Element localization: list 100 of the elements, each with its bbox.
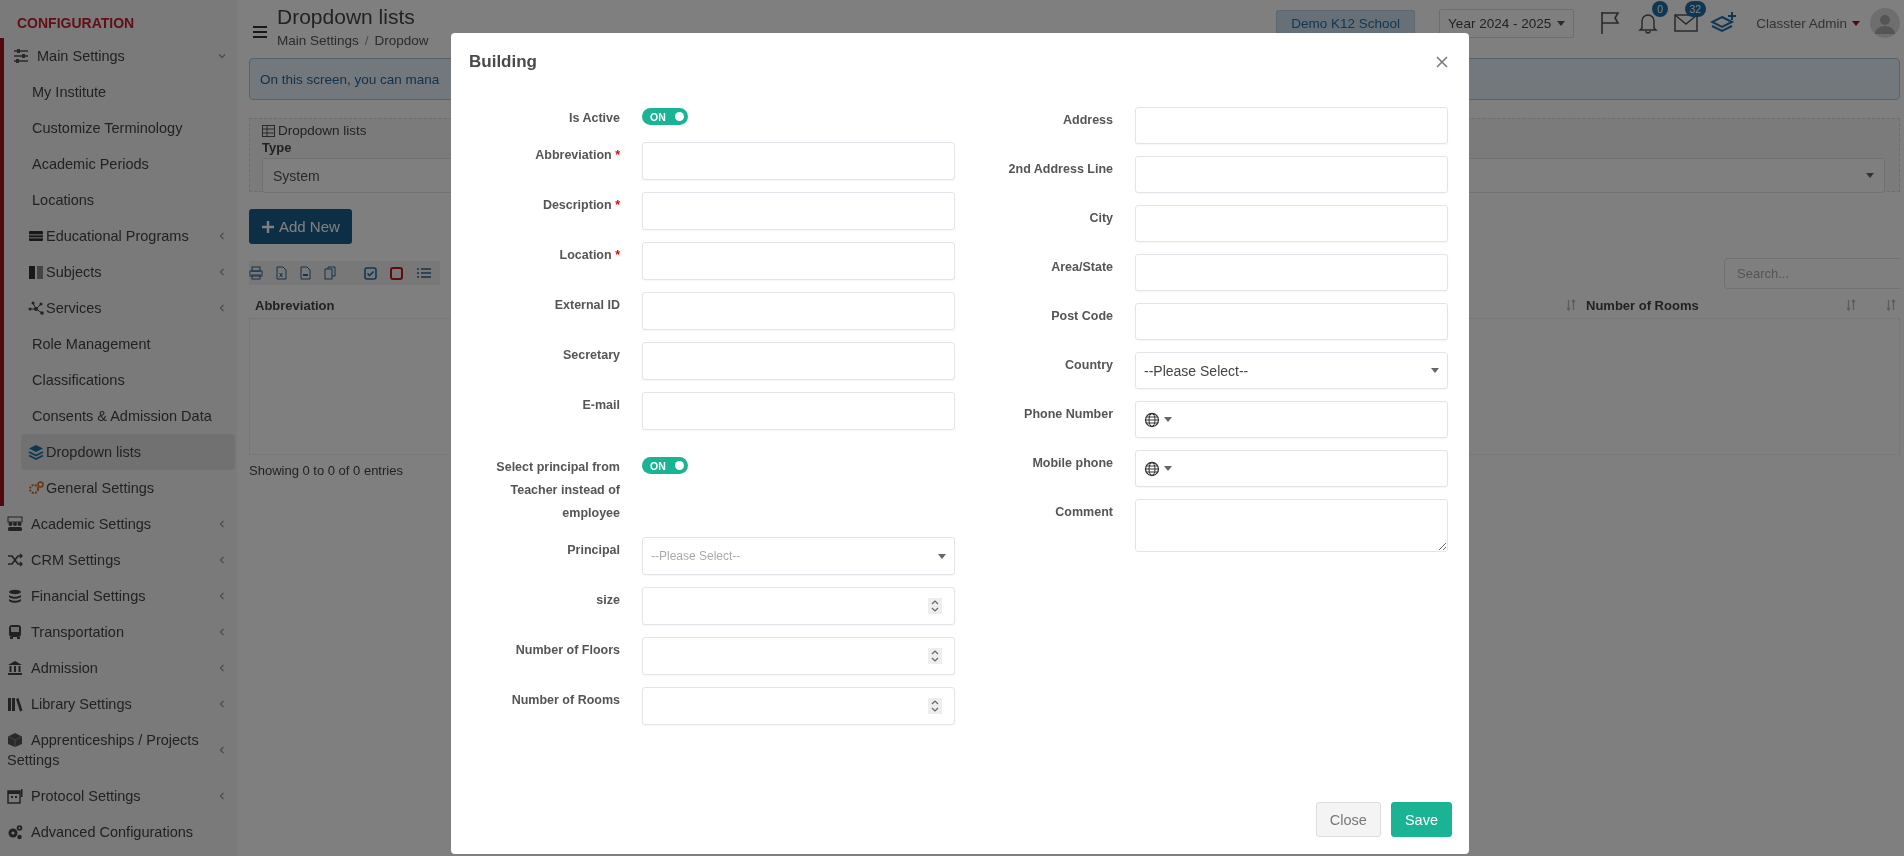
sidebar-item[interactable]: General Settings bbox=[21, 470, 235, 506]
field-label: Secretary bbox=[562, 347, 620, 364]
plus-icon bbox=[261, 219, 275, 234]
select-field[interactable]: --Please Select-- bbox=[642, 537, 955, 575]
nodes-icon bbox=[28, 300, 44, 316]
field-label: Country bbox=[1064, 357, 1113, 374]
sidebar-item[interactable]: Services bbox=[21, 290, 235, 326]
text-field[interactable] bbox=[642, 342, 955, 380]
column-header[interactable]: Abbreviation bbox=[255, 297, 335, 313]
book-icon bbox=[28, 264, 44, 280]
people-icon bbox=[7, 516, 23, 532]
sidebar-group[interactable]: Admission bbox=[0, 650, 237, 686]
sidebar-group[interactable]: CRM Settings bbox=[0, 542, 237, 578]
text-field[interactable] bbox=[1135, 254, 1448, 291]
year-dropdown[interactable]: Year 2024 - 2025 bbox=[1439, 8, 1575, 38]
breadcrumb-link[interactable]: Main Settings bbox=[277, 33, 359, 48]
sidebar-group[interactable]: Main Settings bbox=[4, 38, 237, 74]
sidebar-item[interactable]: Subjects bbox=[21, 254, 235, 290]
field-label: Abbreviation * bbox=[534, 147, 620, 164]
text-field[interactable] bbox=[642, 142, 955, 180]
sidebar-item[interactable]: Locations bbox=[21, 182, 235, 218]
field-label: City bbox=[1088, 210, 1113, 227]
field-label: Phone Number bbox=[1023, 406, 1113, 423]
sidebar-group[interactable]: Advanced Configurations bbox=[0, 814, 237, 850]
sidebar-heading: CONFIGURATION bbox=[16, 14, 136, 33]
message-count: 32 bbox=[1684, 1, 1707, 17]
sidebar-group[interactable]: Financial Settings bbox=[0, 578, 237, 614]
spinner-icon bbox=[928, 698, 942, 714]
sidebar-item[interactable]: Customize Terminology bbox=[21, 110, 235, 146]
text-field[interactable] bbox=[642, 392, 955, 430]
phone-field[interactable] bbox=[1135, 450, 1448, 487]
sidebar-item[interactable]: Dropdown lists bbox=[21, 434, 235, 470]
text-field[interactable] bbox=[1135, 205, 1448, 242]
text-field[interactable] bbox=[1135, 303, 1448, 340]
phone-field[interactable] bbox=[1135, 401, 1448, 438]
square-icon bbox=[390, 266, 403, 280]
globe-icon bbox=[1144, 460, 1160, 477]
books-icon bbox=[7, 696, 23, 712]
sidebar-group[interactable]: Library Settings bbox=[0, 686, 237, 722]
text-field[interactable] bbox=[642, 192, 955, 230]
field-label: Address bbox=[1061, 112, 1113, 129]
column-header[interactable]: Number of Rooms bbox=[1586, 297, 1699, 313]
checkbox-icon bbox=[364, 266, 377, 280]
text-field[interactable] bbox=[1135, 107, 1448, 144]
calendar-icon bbox=[7, 788, 23, 804]
sidebar-item[interactable]: Academic Periods bbox=[21, 146, 235, 182]
sidebar-group[interactable]: Apprenticeships / Projects Settings bbox=[0, 722, 237, 778]
shuffle-icon bbox=[7, 552, 23, 568]
caret-icon bbox=[1164, 417, 1172, 422]
sidebar-item[interactable]: Consents & Admission Data bbox=[21, 398, 235, 434]
avatar-icon bbox=[1870, 8, 1900, 38]
number-field[interactable] bbox=[642, 637, 955, 675]
field-label: size bbox=[595, 592, 620, 609]
sliders-icon bbox=[13, 48, 29, 64]
print-icon bbox=[249, 266, 263, 280]
text-field[interactable] bbox=[642, 292, 955, 330]
save-button[interactable]: Save bbox=[1390, 802, 1452, 837]
user-menu[interactable]: Classter Admin bbox=[1756, 15, 1860, 31]
modal-title: Building bbox=[469, 51, 537, 72]
sort-icon bbox=[1566, 299, 1576, 311]
toggle-switch[interactable]: ON bbox=[642, 457, 688, 474]
bell-icon[interactable] bbox=[1638, 12, 1659, 34]
text-field[interactable] bbox=[1135, 156, 1448, 193]
sidebar-item[interactable]: My Institute bbox=[21, 74, 235, 110]
breadcrumb-link[interactable]: Dropdow bbox=[374, 33, 429, 48]
notification-count: 0 bbox=[1652, 1, 1669, 17]
sort-icon bbox=[1886, 299, 1896, 311]
envelope-icon[interactable] bbox=[1674, 14, 1699, 32]
number-field[interactable] bbox=[642, 687, 955, 725]
field-label: Number of Rooms bbox=[510, 692, 620, 709]
add-new-button[interactable]: Add New bbox=[249, 209, 352, 244]
caret-icon bbox=[1431, 368, 1439, 373]
sidebar-item[interactable]: Educational Programs bbox=[21, 218, 235, 254]
sidebar-group[interactable]: Transportation bbox=[0, 614, 237, 650]
number-field[interactable] bbox=[642, 587, 955, 625]
text-field[interactable] bbox=[642, 242, 955, 280]
toggle-switch[interactable]: ON bbox=[642, 108, 688, 125]
menu-icon bbox=[253, 25, 267, 39]
page-title: Dropdown lists bbox=[277, 4, 416, 30]
close-button[interactable]: Close bbox=[1315, 802, 1381, 837]
sidebar-item[interactable]: Role Management bbox=[21, 326, 235, 362]
field-label: 2nd Address Line bbox=[1007, 161, 1113, 178]
bus-icon bbox=[7, 624, 23, 640]
coins-icon bbox=[7, 588, 23, 604]
field-label: Post Code bbox=[1050, 308, 1113, 325]
csv-file-icon bbox=[300, 266, 311, 280]
field-label: Description * bbox=[541, 197, 620, 214]
caret-icon bbox=[938, 553, 946, 559]
sidebar-group[interactable]: Protocol Settings bbox=[0, 778, 237, 814]
field-label: Comment bbox=[1054, 504, 1113, 521]
select-field[interactable]: --Please Select-- bbox=[1135, 352, 1448, 389]
sidebar-group[interactable]: Academic Settings bbox=[0, 506, 237, 542]
comment-field[interactable] bbox=[1135, 499, 1448, 552]
field-label: Area/State bbox=[1050, 259, 1113, 276]
table-icon bbox=[262, 124, 275, 137]
sidebar-item[interactable]: Classifications bbox=[21, 362, 235, 398]
copy-icon bbox=[324, 266, 336, 280]
layers-plus-icon bbox=[1710, 11, 1739, 35]
panel-legend: Dropdown lists bbox=[278, 123, 367, 138]
breadcrumb-separator: / bbox=[364, 33, 369, 48]
